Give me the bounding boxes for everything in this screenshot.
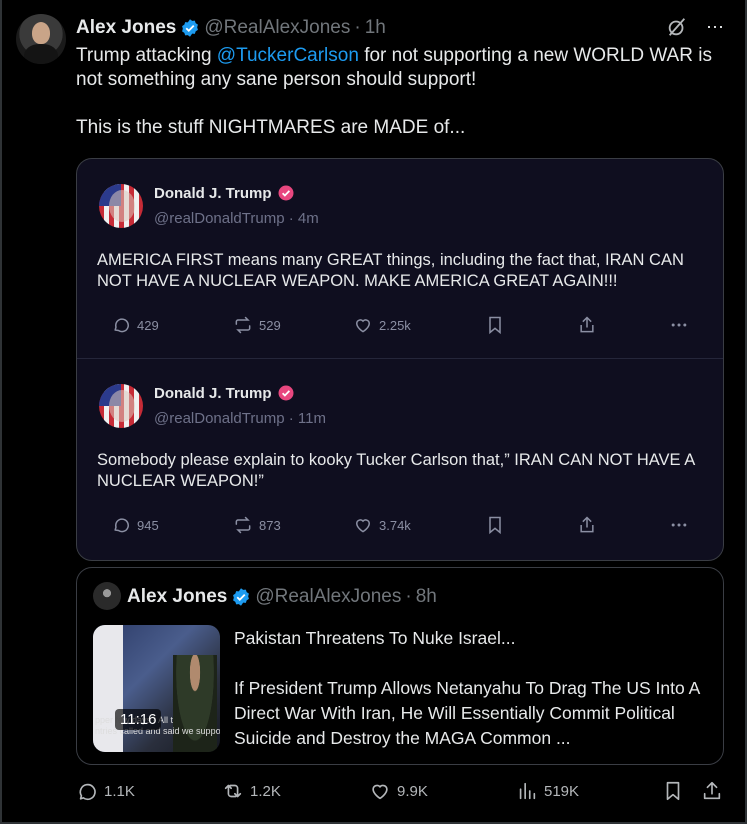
post-time[interactable]: 1h [365, 17, 386, 39]
quoted-post-text: Pakistan Threatens To Nuke Israel... If … [234, 626, 714, 751]
post-text: Trump attacking @TuckerCarlson for not s… [76, 44, 726, 140]
embedded-like-count-text: 2.25k [379, 317, 411, 333]
more-options-icon[interactable]: ⋯ [706, 18, 725, 36]
post-action-bar: 1.1K 1.2K 9.9K 519K [76, 780, 724, 806]
repost-count: 1.2K [250, 782, 281, 800]
embedded-separator: · [288, 210, 294, 227]
reply-icon [114, 318, 129, 333]
verified-badge-icon [233, 588, 250, 606]
post-header: Alex Jones @RealAlexJones · 1h [76, 17, 386, 39]
embedded-like-count: 2.25k [353, 315, 411, 335]
embedded-actions: 429 529 2.25k [97, 315, 697, 337]
embedded-like-count: 3.74k [353, 515, 411, 535]
verified-badge-icon [182, 19, 199, 37]
reply-icon [79, 783, 96, 801]
post-text-paragraph-2: This is the stuff NIGHTMARES are MADE of… [76, 117, 466, 138]
views-button[interactable]: 519K [516, 780, 579, 802]
embedded-reply-count: 945 [111, 515, 159, 535]
embedded-reply-count-text: 429 [137, 317, 159, 333]
embedded-retruth-count: 873 [233, 515, 281, 535]
more-dots-icon [671, 523, 687, 527]
reply-icon [114, 518, 129, 533]
bookmark-icon[interactable] [662, 780, 684, 802]
repost-button[interactable]: 1.2K [222, 780, 281, 802]
share-icon [580, 516, 594, 533]
repost-icon [224, 784, 242, 798]
avatar-face [109, 190, 135, 222]
header-separator: · [354, 17, 361, 38]
embedded-author-name-text: Donald J. Trump [154, 184, 272, 202]
author-name[interactable]: Alex Jones [76, 17, 176, 39]
embedded-reply-count: 429 [111, 315, 159, 335]
like-button[interactable]: 9.9K [369, 780, 428, 802]
embedded-actions: 945 873 3.74k [97, 515, 697, 537]
embedded-retruth-count: 529 [233, 315, 281, 335]
embedded-like-count-text: 3.74k [379, 517, 411, 533]
verified-badge-icon [278, 185, 294, 201]
avatar-face [109, 390, 135, 422]
embedded-author-name-text: Donald J. Trump [154, 384, 272, 402]
embedded-truth-post: Donald J. Trump @realDonaldTrump · 4m AM… [77, 159, 723, 359]
attached-image[interactable]: Donald J. Trump @realDonaldTrump · 4m AM… [76, 158, 724, 561]
embedded-truth-post: Donald J. Trump @realDonaldTrump · 11m S… [77, 359, 723, 559]
more-dots-icon [671, 323, 687, 327]
share-icon[interactable] [701, 780, 723, 802]
heart-icon [372, 784, 388, 800]
trump-avatar [99, 384, 143, 428]
author-avatar[interactable] [16, 14, 66, 64]
grok-icon[interactable] [666, 16, 688, 38]
quoted-post-header: Alex Jones @RealAlexJones · 8h [127, 586, 437, 608]
trump-avatar [99, 184, 143, 228]
embedded-handle-text: @realDonaldTrump [154, 410, 285, 427]
embedded-author-name: Donald J. Trump [154, 184, 295, 202]
like-count: 9.9K [397, 782, 428, 800]
reply-button[interactable]: 1.1K [76, 780, 135, 802]
embedded-post-text: AMERICA FIRST means many GREAT things, i… [97, 251, 684, 290]
quoted-post-title: Pakistan Threatens To Nuke Israel... [234, 628, 516, 648]
quoted-post-body: If President Trump Allows Netanyahu To D… [234, 678, 700, 748]
embedded-retruth-count-text: 873 [259, 517, 281, 533]
embedded-time: 4m [297, 210, 319, 227]
video-thumbnail[interactable]: pper few days? All t ntries called and s… [93, 625, 220, 752]
bookmark-icon [489, 316, 501, 335]
heart-icon [355, 519, 371, 533]
video-duration: 11:16 [115, 709, 162, 730]
heart-icon [355, 319, 371, 333]
avatar-suit [24, 44, 58, 64]
bookmark-icon [489, 516, 501, 535]
quoted-post-time: 8h [415, 586, 437, 607]
quoted-author-avatar [93, 582, 121, 610]
embedded-separator: · [288, 410, 294, 427]
embedded-retruth-count-text: 529 [259, 317, 281, 333]
retruth-icon [235, 516, 251, 534]
share-icon [580, 316, 594, 333]
embedded-author-name: Donald J. Trump [154, 384, 295, 402]
thumbnail-person [173, 655, 217, 752]
avatar-face [32, 22, 50, 44]
quoted-author-handle: @RealAlexJones [255, 586, 402, 607]
post-text-paragraph-1: Trump attacking @TuckerCarlson for not s… [76, 44, 726, 92]
mention-link[interactable]: @TuckerCarlson [217, 45, 359, 66]
views-count: 519K [544, 782, 580, 800]
quoted-separator: · [405, 586, 412, 607]
views-chart-icon [519, 782, 536, 800]
quoted-post[interactable]: Alex Jones @RealAlexJones · 8h pper few … [76, 567, 724, 765]
quoted-author-name: Alex Jones [127, 586, 228, 607]
embedded-author-handle: @realDonaldTrump · 11m [154, 410, 326, 427]
embedded-handle-text: @realDonaldTrump [154, 210, 285, 227]
author-handle[interactable]: @RealAlexJones [204, 17, 350, 39]
verified-badge-icon [278, 385, 294, 401]
post-text-part-1: Trump attacking [76, 45, 217, 66]
embedded-reply-count-text: 945 [137, 517, 159, 533]
embedded-time: 11m [297, 410, 326, 427]
reply-count: 1.1K [104, 782, 135, 800]
post-top-icons: ⋯ [666, 16, 725, 38]
embedded-author-handle: @realDonaldTrump · 4m [154, 210, 319, 227]
retruth-icon [235, 316, 251, 334]
embedded-post-text: Somebody please explain to kooky Tucker … [97, 451, 695, 490]
